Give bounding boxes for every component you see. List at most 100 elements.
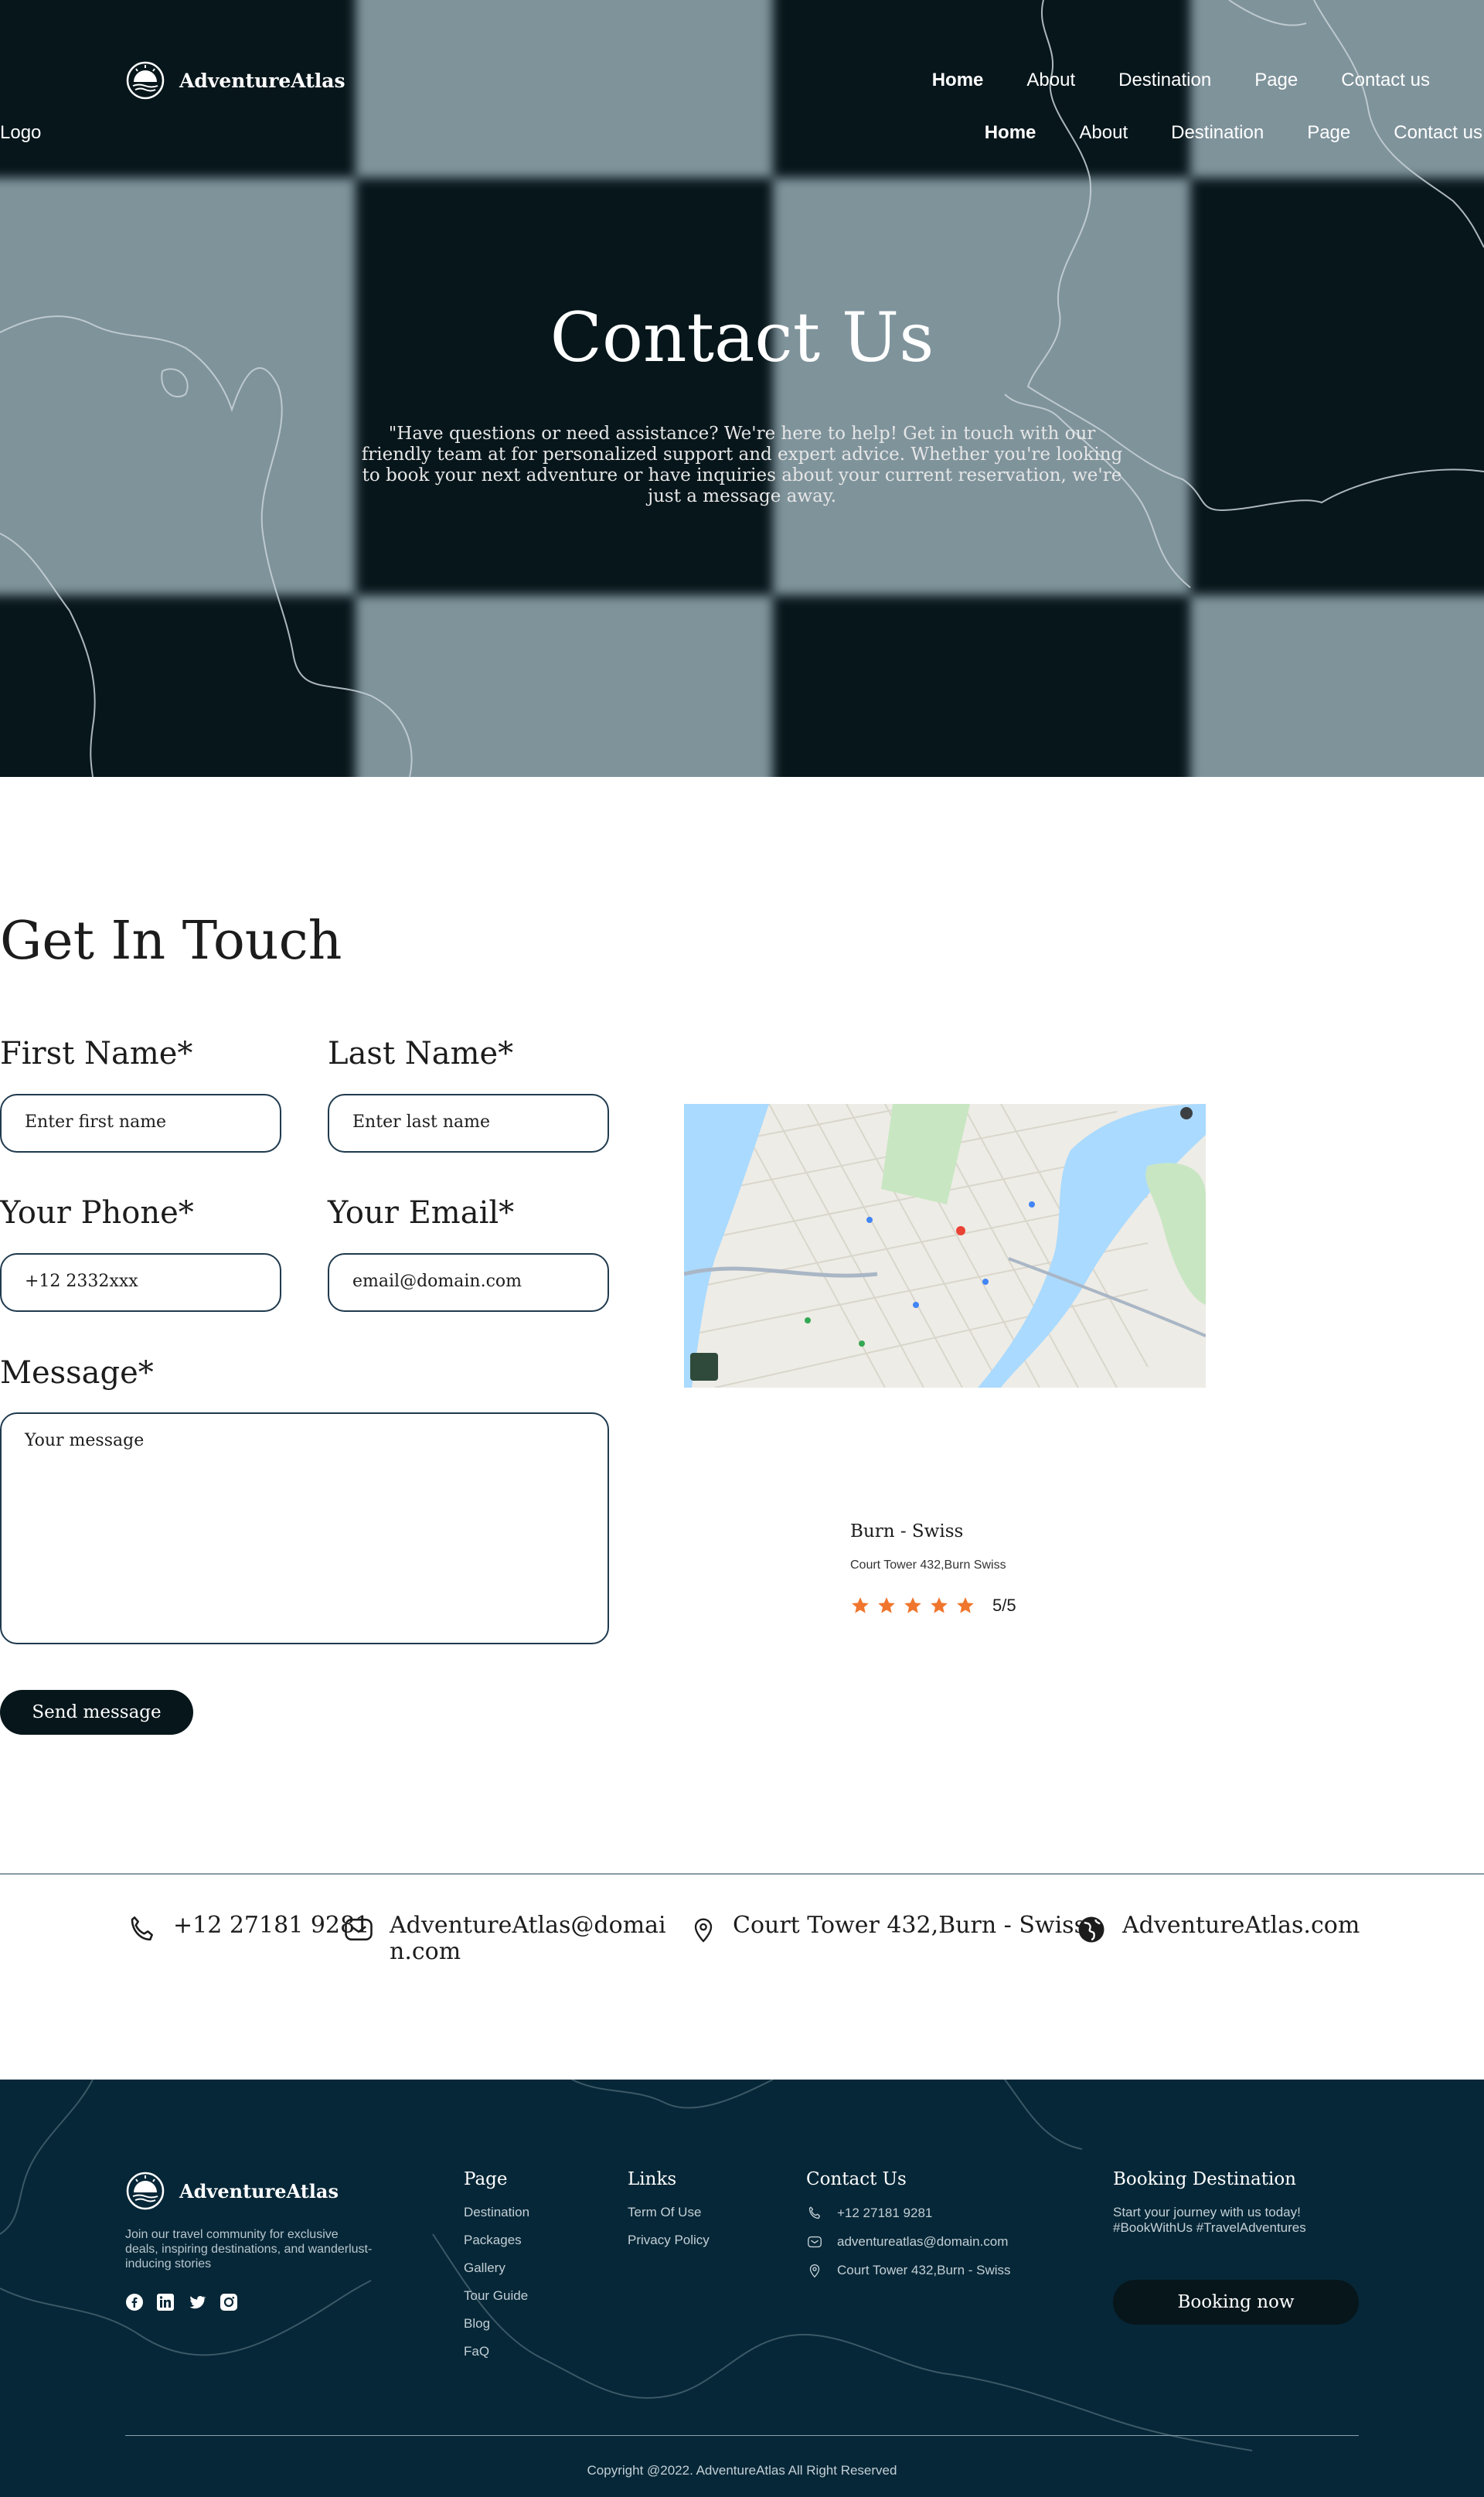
footer-contact-phone[interactable]: +12 27181 9281 (806, 2205, 1011, 2222)
phone-label: Your Phone* (0, 1195, 194, 1231)
location-name: Burn - Swiss (850, 1521, 964, 1541)
message-label: Message* (0, 1355, 154, 1391)
phone-input[interactable]: +12 2332xxx (0, 1253, 281, 1312)
hero-section: AdventureAtlas Home About Destination Pa… (0, 0, 1484, 777)
footer-link-destination[interactable]: Destination (464, 2205, 529, 2220)
linkedin-icon[interactable] (156, 2293, 175, 2311)
phone-icon (808, 2206, 821, 2219)
star-icon (904, 1597, 921, 1613)
footer-links-heading: Links (628, 2169, 677, 2189)
nav-home[interactable]: Home (932, 70, 984, 91)
star-icon (852, 1597, 869, 1613)
email-input[interactable]: email@domain.com (328, 1253, 609, 1312)
first-name-label: First Name* (0, 1036, 193, 1071)
nav-page[interactable]: Page (1254, 70, 1298, 91)
sun-logo-icon (126, 2172, 165, 2210)
location-map[interactable] (684, 1104, 1206, 1388)
contact-website[interactable]: AdventureAtlas.com (1074, 1913, 1360, 1947)
star-icon (931, 1597, 948, 1613)
footer-link-terms[interactable]: Term Of Use (628, 2205, 710, 2220)
footer-description: Join our travel community for exclusive … (125, 2228, 373, 2270)
nav-about[interactable]: About (1026, 70, 1075, 91)
footer-booking-description: Start your journey with us today! #BookW… (1113, 2205, 1306, 2235)
location-rating: 5/5 (850, 1596, 1016, 1616)
booking-now-button[interactable]: Booking now (1113, 2280, 1359, 2325)
contact-email-text: AdventureAtlas@domain.com (390, 1912, 666, 1965)
section-divider (0, 1873, 1484, 1875)
email-placeholder: email@domain.com (352, 1272, 522, 1291)
envelope-icon (345, 1918, 373, 1941)
nav2-home[interactable]: Home (985, 122, 1036, 144)
nav2-page[interactable]: Page (1307, 122, 1350, 144)
contact-address-text: Court Tower 432,Burn - Swiss (733, 1912, 1086, 1939)
message-textarea[interactable]: Your message (0, 1412, 609, 1644)
brand-name: AdventureAtlas (179, 69, 345, 92)
footer-page-column: Page Destination Packages Gallery Tour G… (464, 2169, 529, 2372)
footer-brand-name: AdventureAtlas (179, 2179, 339, 2202)
footer-contact-address-text: Court Tower 432,Burn - Swiss (837, 2263, 1011, 2277)
footer-contact-heading: Contact Us (806, 2169, 907, 2189)
send-message-button[interactable]: Send message (0, 1690, 193, 1735)
footer-page-heading: Page (464, 2169, 508, 2189)
phone-placeholder: +12 2332xxx (25, 1272, 138, 1291)
contact-address[interactable]: Court Tower 432,Burn - Swiss (688, 1913, 1086, 1947)
location-address: Court Tower 432,Burn Swiss (850, 1558, 1006, 1572)
star-icon (878, 1597, 895, 1613)
footer-link-packages[interactable]: Packages (464, 2233, 529, 2248)
contact-phone-text: +12 27181 9281 (173, 1912, 370, 1939)
last-name-label: Last Name* (328, 1036, 514, 1071)
nav2-contact[interactable]: Contact us (1394, 122, 1482, 144)
main-nav: Home About Destination Page Contact us (932, 70, 1430, 91)
globe-icon (1078, 1916, 1104, 1943)
logo-placeholder[interactable]: Logo (0, 122, 41, 144)
star-icon (957, 1597, 974, 1613)
phone-icon (131, 1916, 153, 1941)
twitter-icon[interactable] (187, 2293, 207, 2311)
nav2-destination[interactable]: Destination (1171, 122, 1264, 144)
secondary-nav: Home About Destination Page Contact us (985, 122, 1482, 144)
site-footer: AdventureAtlas Join our travel community… (0, 2080, 1484, 2497)
nav-destination[interactable]: Destination (1118, 70, 1211, 91)
footer-links-column: Links Term Of Use Privacy Policy (628, 2169, 710, 2260)
footer-contact-column: Contact Us +12 27181 9281 adventureatlas… (806, 2169, 1011, 2291)
last-name-placeholder: Enter last name (352, 1112, 491, 1132)
top-navigation: AdventureAtlas Home About Destination Pa… (125, 60, 1430, 102)
brand[interactable]: AdventureAtlas (125, 60, 345, 100)
first-name-input[interactable]: Enter first name (0, 1094, 281, 1153)
footer-brand[interactable]: AdventureAtlas (125, 2171, 339, 2211)
hero-map-outline (0, 0, 1484, 777)
sun-logo-icon (126, 61, 165, 100)
envelope-icon (808, 2236, 822, 2248)
rating-text: 5/5 (992, 1596, 1016, 1615)
contact-email[interactable]: AdventureAtlas@domain.com (342, 1913, 679, 1965)
location-pin-icon (809, 2264, 820, 2278)
contact-phone[interactable]: +12 27181 9281 (125, 1913, 369, 1947)
footer-link-tour-guide[interactable]: Tour Guide (464, 2288, 529, 2304)
email-label: Your Email* (328, 1195, 515, 1231)
copyright-text: Copyright @2022. AdventureAtlas All Righ… (587, 2463, 897, 2478)
footer-link-gallery[interactable]: Gallery (464, 2260, 529, 2276)
nav2-about[interactable]: About (1079, 122, 1128, 144)
social-links (125, 2293, 238, 2311)
footer-divider (125, 2435, 1359, 2436)
contact-website-text: AdventureAtlas.com (1122, 1912, 1360, 1939)
last-name-input[interactable]: Enter last name (328, 1094, 609, 1153)
footer-link-blog[interactable]: Blog (464, 2316, 529, 2332)
nav-contact[interactable]: Contact us (1341, 70, 1430, 91)
footer-contact-phone-text: +12 27181 9281 (837, 2206, 933, 2220)
instagram-icon[interactable] (220, 2293, 238, 2311)
footer-booking-heading: Booking Destination (1113, 2169, 1296, 2189)
footer-link-faq[interactable]: FaQ (464, 2344, 529, 2359)
footer-contact-email[interactable]: adventureatlas@domain.com (806, 2233, 1011, 2250)
page-title: Contact Us (550, 298, 934, 377)
location-pin-icon (694, 1918, 713, 1943)
first-name-placeholder: Enter first name (25, 1112, 167, 1132)
footer-contact-address[interactable]: Court Tower 432,Burn - Swiss (806, 2262, 1011, 2279)
message-placeholder: Your message (25, 1431, 145, 1450)
section-heading: Get In Touch (0, 911, 342, 972)
footer-booking-column: Booking Destination Start your journey w… (1113, 2169, 1360, 2236)
footer-contact-email-text: adventureatlas@domain.com (837, 2234, 1009, 2249)
facebook-icon[interactable] (125, 2293, 144, 2311)
hero-subtitle: "Have questions or need assistance? We'r… (361, 424, 1123, 506)
footer-link-privacy[interactable]: Privacy Policy (628, 2233, 710, 2248)
